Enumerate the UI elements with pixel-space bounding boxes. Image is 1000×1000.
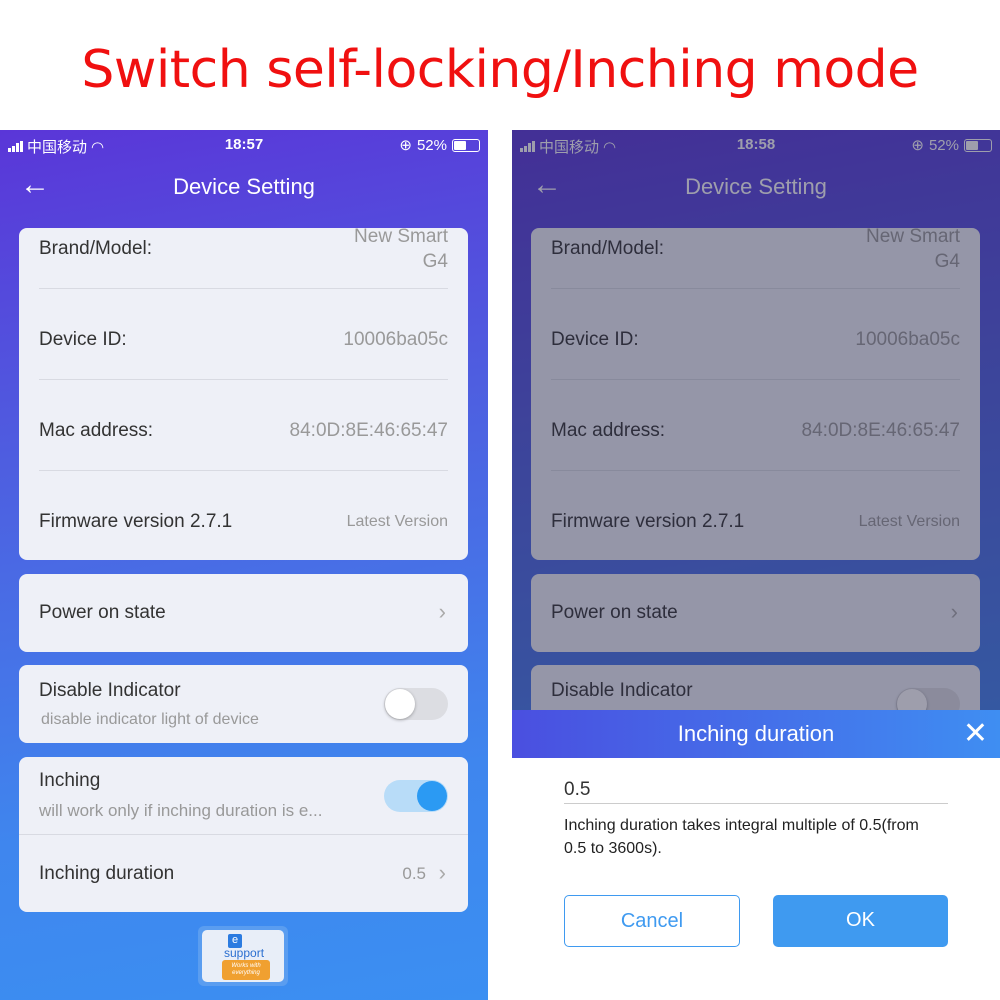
nav-bar: ← Device Setting (0, 166, 488, 206)
ok-button[interactable]: OK (773, 895, 948, 947)
close-icon[interactable]: ✕ (963, 710, 988, 758)
divider (39, 288, 448, 289)
inching-duration-input[interactable] (564, 776, 948, 804)
brand-value-line2: G4 (422, 251, 448, 272)
chevron-right-icon: › (438, 860, 446, 885)
firmware-status: Latest Version (346, 513, 448, 530)
cancel-button[interactable]: Cancel (564, 895, 740, 947)
status-bar: 中国移动 ◠ 18:57 ⊕ 52% (0, 130, 488, 160)
page-headline: Switch self-locking/Inching mode (81, 40, 919, 100)
inching-duration-value: 0.5 (402, 864, 426, 883)
phone-screen-left: 中国移动 ◠ 18:57 ⊕ 52% ← Device Setting Brand/… (0, 130, 488, 1000)
power-on-label: Power on state (39, 602, 166, 623)
device-id-value: 10006ba05c (343, 329, 448, 350)
inching-card: Inching will work only if inching durati… (19, 757, 468, 912)
dialog-title: Inching duration (677, 721, 835, 746)
firmware-label: Firmware version 2.7.1 (39, 511, 233, 532)
disable-indicator-toggle[interactable] (384, 688, 448, 720)
inching-desc: will work only if inching duration is e.… (39, 801, 323, 820)
brand-value: New Smart G4 (354, 224, 448, 274)
disable-indicator-item: Disable Indicator disable indicator ligh… (19, 665, 468, 743)
device-id-label: Device ID: (39, 329, 127, 350)
page-title: Device Setting (173, 174, 315, 199)
mac-value: 84:0D:8E:46:65:47 (289, 420, 448, 441)
divider (19, 834, 468, 835)
orientation-lock-icon: ⊕ (399, 137, 412, 154)
chevron-right-icon: › (438, 599, 446, 624)
brand-label: Brand/Model: (39, 238, 153, 259)
divider (39, 379, 448, 380)
logo-tagline: Works with everything (222, 960, 270, 980)
power-on-state-item[interactable]: Power on state › (19, 574, 468, 652)
brand-row: Brand/Model: New Smart G4 (39, 226, 448, 272)
device-info-card: Brand/Model: New Smart G4 Device ID: 10006b… (19, 226, 468, 560)
disable-indicator-desc: disable indicator light of device (41, 711, 259, 728)
esupport-logo: e support Works with everything (198, 926, 288, 986)
dialog-hint: Inching duration takes integral multiple… (564, 817, 919, 857)
inching-duration-row[interactable]: Inching duration 0.5 (39, 863, 448, 885)
mac-row: Mac address: 84:0D:8E:46:65:47 (39, 420, 448, 442)
inching-duration-label: Inching duration (39, 863, 175, 884)
phone-screen-right: 中国移动 ◠ 18:58 ⊕ 52% ← Device Setting Brand/… (512, 130, 1000, 1000)
firmware-row[interactable]: Firmware version 2.7.1 Latest Version (39, 511, 448, 533)
mac-label: Mac address: (39, 420, 154, 441)
logo-brand: support (224, 946, 265, 960)
device-id-row: Device ID: 10006ba05c (39, 329, 448, 351)
brand-value-line1: New Smart (354, 226, 448, 247)
divider (39, 470, 448, 471)
dialog-header: Inching duration ✕ (512, 710, 1000, 758)
battery-percent: 52% (416, 136, 447, 154)
inching-duration-dialog: Inching duration takes integral multiple… (512, 758, 1000, 1000)
inching-toggle[interactable] (384, 780, 448, 812)
battery-icon (452, 138, 480, 152)
